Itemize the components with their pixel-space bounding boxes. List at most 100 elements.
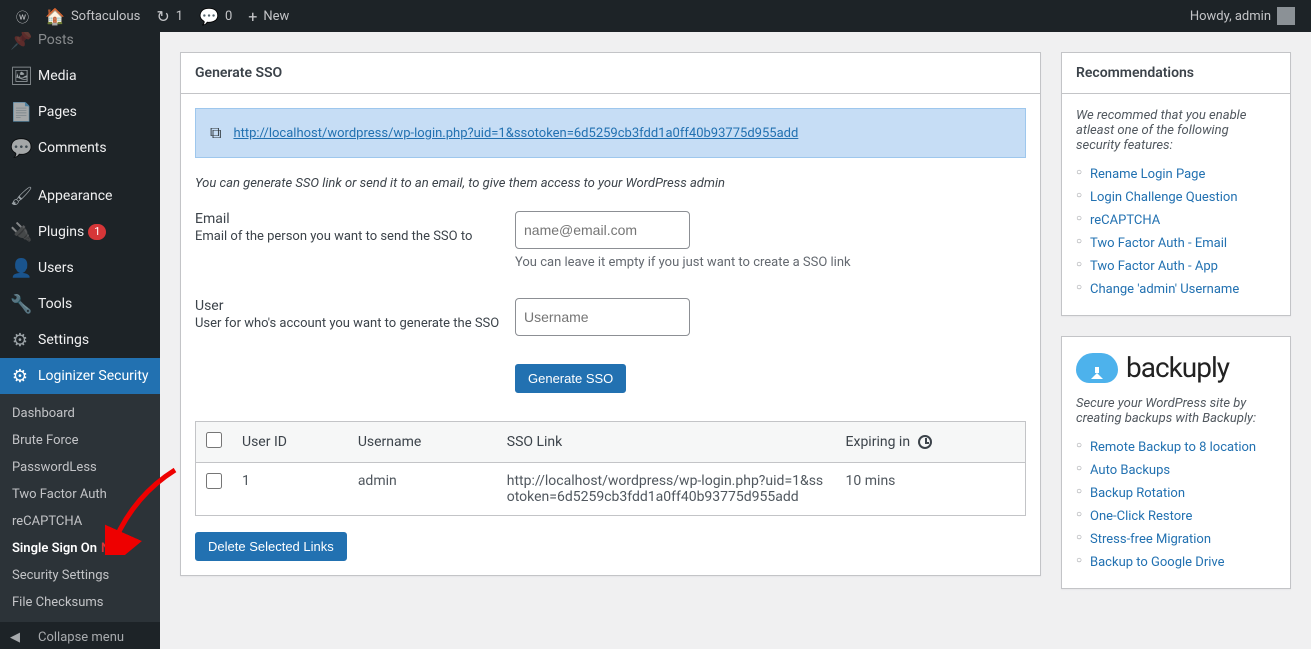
user-help: User for who's account you want to gener…: [195, 316, 515, 331]
updates-count: 1: [176, 9, 183, 24]
submit-row: Generate SSO: [195, 364, 1026, 393]
loginizer-submenu: Dashboard Brute Force PasswordLess Two F…: [0, 394, 160, 622]
email-hint: You can leave it empty if you just want …: [515, 255, 1026, 270]
submenu-bruteforce[interactable]: Brute Force: [0, 427, 160, 454]
user-icon: 👤: [10, 258, 30, 278]
new-link[interactable]: +New: [240, 0, 297, 32]
generate-sso-panel: Generate SSO ⧉ http://localhost/wordpres…: [180, 52, 1041, 576]
avatar-icon: [1277, 7, 1295, 25]
rec-change-admin[interactable]: Change 'admin' Username: [1076, 278, 1276, 301]
sidebar-label: Loginizer Security: [38, 368, 149, 384]
sidebar-item-loginizer[interactable]: ⚙ Loginizer Security: [0, 358, 160, 394]
user-label: User: [195, 298, 515, 314]
submenu-twofactor[interactable]: Two Factor Auth: [0, 481, 160, 508]
plugin-icon: 🔌: [10, 222, 30, 242]
submenu-recaptcha[interactable]: reCAPTCHA: [0, 508, 160, 535]
sidebar-item-tools[interactable]: 🔧 Tools: [0, 286, 160, 322]
table-row: 1 admin http://localhost/wordpress/wp-lo…: [196, 463, 1026, 516]
rec-recaptcha[interactable]: reCAPTCHA: [1076, 209, 1276, 232]
email-row: Email Email of the person you want to se…: [195, 211, 1026, 270]
sidebar-item-media[interactable]: 🖼Media: [0, 58, 160, 94]
admin-sidebar: 📌 Posts 🖼Media 📄Pages 💬 Comments 🖌 Appearan…: [0, 32, 160, 649]
panel-description: You can generate SSO link or send it to …: [195, 176, 1026, 191]
rec-2fa-email[interactable]: Two Factor Auth - Email: [1076, 232, 1276, 255]
col-username[interactable]: Username: [348, 422, 497, 463]
plugins-badge: 1: [88, 224, 106, 240]
comments-link[interactable]: 💬0: [191, 0, 240, 32]
sidebar-label: Comments: [38, 140, 107, 156]
comment-icon: 💬: [199, 7, 219, 26]
comments-count: 0: [225, 9, 232, 24]
sidebar-item-plugins[interactable]: 🔌Plugins1: [0, 214, 160, 250]
row-checkbox[interactable]: [206, 473, 222, 489]
collapse-label: Collapse menu: [38, 630, 124, 645]
col-ssolink[interactable]: SSO Link: [497, 422, 836, 463]
admin-bar: ⓦ 🏠Softaculous ↻1 💬0 +New Howdy, admin: [0, 0, 1311, 32]
email-help: Email of the person you want to send the…: [195, 229, 515, 244]
site-name: Softaculous: [71, 9, 140, 24]
sidebar-label: Settings: [38, 332, 89, 348]
rec-rename-login[interactable]: Rename Login Page: [1076, 163, 1276, 186]
settings-icon: ⚙: [10, 330, 30, 350]
comment-icon: 💬: [10, 138, 30, 158]
sidebar-label: Appearance: [38, 188, 112, 204]
sidebar-item-comments[interactable]: 💬 Comments: [0, 130, 160, 166]
updates-link[interactable]: ↻1: [148, 0, 191, 32]
sidebar-item-appearance[interactable]: 🖌 Appearance: [0, 178, 160, 214]
site-name-link[interactable]: 🏠 Softaculous: [37, 0, 148, 32]
sidebar-item-pages[interactable]: 📄Pages: [0, 94, 160, 130]
col-userid[interactable]: User ID: [232, 422, 348, 463]
bk-gdrive[interactable]: Backup to Google Drive: [1076, 551, 1276, 574]
sidebar-label: Users: [38, 260, 74, 276]
email-input[interactable]: [515, 211, 690, 249]
home-icon: 🏠: [45, 7, 65, 26]
user-input[interactable]: [515, 298, 690, 336]
submenu-sso[interactable]: Single Sign OnNew: [0, 535, 160, 562]
recommendations-title: Recommendations: [1062, 53, 1290, 94]
rec-challenge[interactable]: Login Challenge Question: [1076, 186, 1276, 209]
generate-sso-button[interactable]: Generate SSO: [515, 364, 626, 393]
submenu-security-settings[interactable]: Security Settings: [0, 562, 160, 589]
cell-username: admin: [348, 463, 497, 516]
wordpress-icon: ⓦ: [16, 7, 29, 26]
sidebar-label: Media: [38, 68, 77, 84]
copy-icon[interactable]: ⧉: [210, 123, 221, 143]
wp-logo[interactable]: ⓦ: [8, 0, 37, 32]
rec-2fa-app[interactable]: Two Factor Auth - App: [1076, 255, 1276, 278]
gear-icon: ⚙: [10, 366, 30, 386]
sso-link-notice: ⧉ http://localhost/wordpress/wp-login.ph…: [195, 108, 1026, 158]
sidebar-label: Tools: [38, 296, 72, 312]
sso-table: User ID Username SSO Link Expiring in 1 …: [195, 421, 1026, 516]
wrench-icon: 🔧: [10, 294, 30, 314]
backuply-logo: backuply: [1076, 351, 1276, 384]
howdy-text: Howdy, admin: [1190, 9, 1271, 24]
sso-link[interactable]: http://localhost/wordpress/wp-login.php?…: [233, 126, 798, 141]
col-expiring[interactable]: Expiring in: [836, 422, 1026, 463]
refresh-icon: ↻: [156, 7, 169, 26]
select-all-checkbox[interactable]: [206, 432, 222, 448]
sidebar-item-users[interactable]: 👤 Users: [0, 250, 160, 286]
bk-oneclick[interactable]: One-Click Restore: [1076, 505, 1276, 528]
sidebar-item-settings[interactable]: ⚙ Settings: [0, 322, 160, 358]
bk-remote[interactable]: Remote Backup to 8 location: [1076, 436, 1276, 459]
pin-icon: 📌: [10, 32, 30, 50]
email-label: Email: [195, 211, 515, 227]
cell-expiring: 10 mins: [836, 463, 1026, 516]
main-content: Generate SSO ⧉ http://localhost/wordpres…: [160, 32, 1311, 649]
howdy-link[interactable]: Howdy, admin: [1182, 0, 1303, 32]
submenu-dashboard[interactable]: Dashboard: [0, 400, 160, 427]
submenu-checksums[interactable]: File Checksums: [0, 589, 160, 616]
plus-icon: +: [248, 7, 257, 26]
collapse-menu[interactable]: ◀Collapse menu: [0, 622, 160, 649]
bk-auto[interactable]: Auto Backups: [1076, 459, 1276, 482]
backuply-list: Remote Backup to 8 location Auto Backups…: [1076, 436, 1276, 574]
brush-icon: 🖌: [10, 186, 30, 206]
delete-selected-button[interactable]: Delete Selected Links: [195, 532, 347, 561]
bk-migration[interactable]: Stress-free Migration: [1076, 528, 1276, 551]
cell-userid: 1: [232, 463, 348, 516]
sidebar-item-posts[interactable]: 📌 Posts: [0, 32, 160, 58]
sidebar-label: Posts: [38, 32, 74, 48]
bk-rotation[interactable]: Backup Rotation: [1076, 482, 1276, 505]
recommendations-list: Rename Login Page Login Challenge Questi…: [1076, 163, 1276, 301]
submenu-passwordless[interactable]: PasswordLess: [0, 454, 160, 481]
